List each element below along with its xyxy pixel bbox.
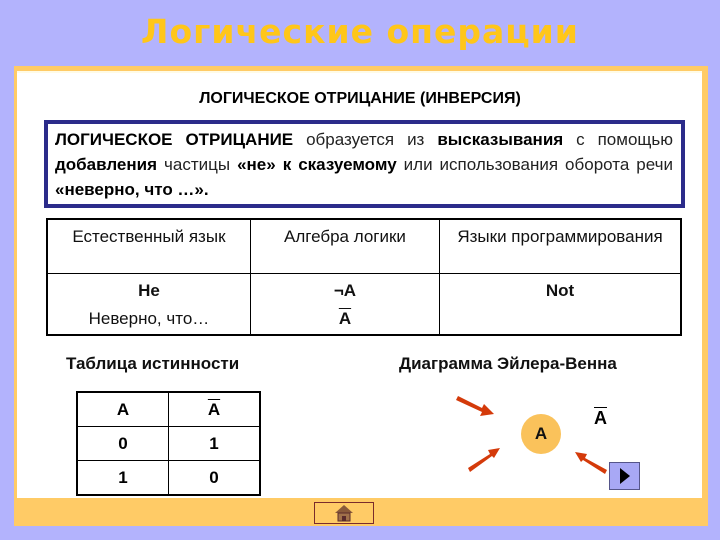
truth-cell: 0 (76, 426, 169, 461)
definition-bold: высказывания (437, 130, 564, 149)
negation-notation: ¬A (333, 280, 357, 300)
definition-text: или использования оборота речи (396, 155, 673, 174)
venn-set-label: A (534, 424, 548, 443)
truth-cell: 0 (168, 460, 261, 496)
slide-title: Логические операции (141, 12, 579, 51)
header-programming-languages: Языки программирования (439, 218, 682, 274)
truth-row: 0 1 (76, 426, 261, 461)
header-logic-algebra: Алгебра логики (249, 218, 441, 274)
definition-bold: добавления (55, 155, 158, 174)
definition-text: с помощью (563, 130, 673, 149)
definition-term: ЛОГИЧЕСКОЕ ОТРИЦАНИЕ (55, 130, 294, 149)
comparison-table: Естественный язык Алгебра логики Языки п… (46, 218, 682, 336)
definition-bold: «не» к сказуемому (237, 155, 397, 174)
arrow-icon (468, 448, 500, 472)
truth-table-title: Таблица истинности (66, 354, 240, 373)
definition-bold: «неверно, что …». (55, 180, 209, 199)
overline-notation: A (338, 308, 352, 328)
truth-header-row: A A (76, 391, 261, 427)
cell-natural-language: Не Неверно, что… (46, 272, 251, 336)
truth-cell: 1 (168, 426, 261, 461)
venn-diagram-title: Диаграмма Эйлера-Венна (399, 354, 617, 373)
truth-header-not-a: A (168, 391, 261, 427)
cell-programming: Not (439, 272, 682, 336)
definition-box: ЛОГИЧЕСКОЕ ОТРИЦАНИЕ образуется из выска… (44, 120, 685, 208)
header-natural-language: Естественный язык (46, 218, 251, 274)
natural-neverno: Неверно, что… (88, 308, 210, 328)
home-button[interactable] (314, 502, 374, 524)
comparison-header-row: Естественный язык Алгебра логики Языки п… (46, 218, 682, 274)
venn-set-a: A (521, 414, 561, 454)
truth-table: A A 0 1 1 0 (76, 391, 261, 496)
section-heading: ЛОГИЧЕСКОЕ ОТРИЦАНИЕ (ИНВЕРСИЯ) (199, 90, 521, 107)
house-icon (335, 505, 353, 522)
truth-header-a: A (76, 391, 169, 427)
venn-complement-label: A (594, 408, 607, 428)
next-slide-button[interactable] (609, 462, 640, 490)
comparison-row: Не Неверно, что… ¬A A Not (46, 272, 682, 336)
cell-logic-algebra: ¬A A (249, 272, 441, 336)
truth-row: 1 0 (76, 460, 261, 496)
arrow-icon (456, 396, 494, 416)
definition-text: частицы (157, 155, 238, 174)
definition-text: образуется из (293, 130, 438, 149)
play-triangle-icon (619, 468, 630, 484)
programming-not: Not (545, 280, 575, 300)
arrow-icon (575, 452, 607, 474)
truth-cell: 1 (76, 460, 169, 496)
natural-ne: Не (138, 280, 160, 300)
